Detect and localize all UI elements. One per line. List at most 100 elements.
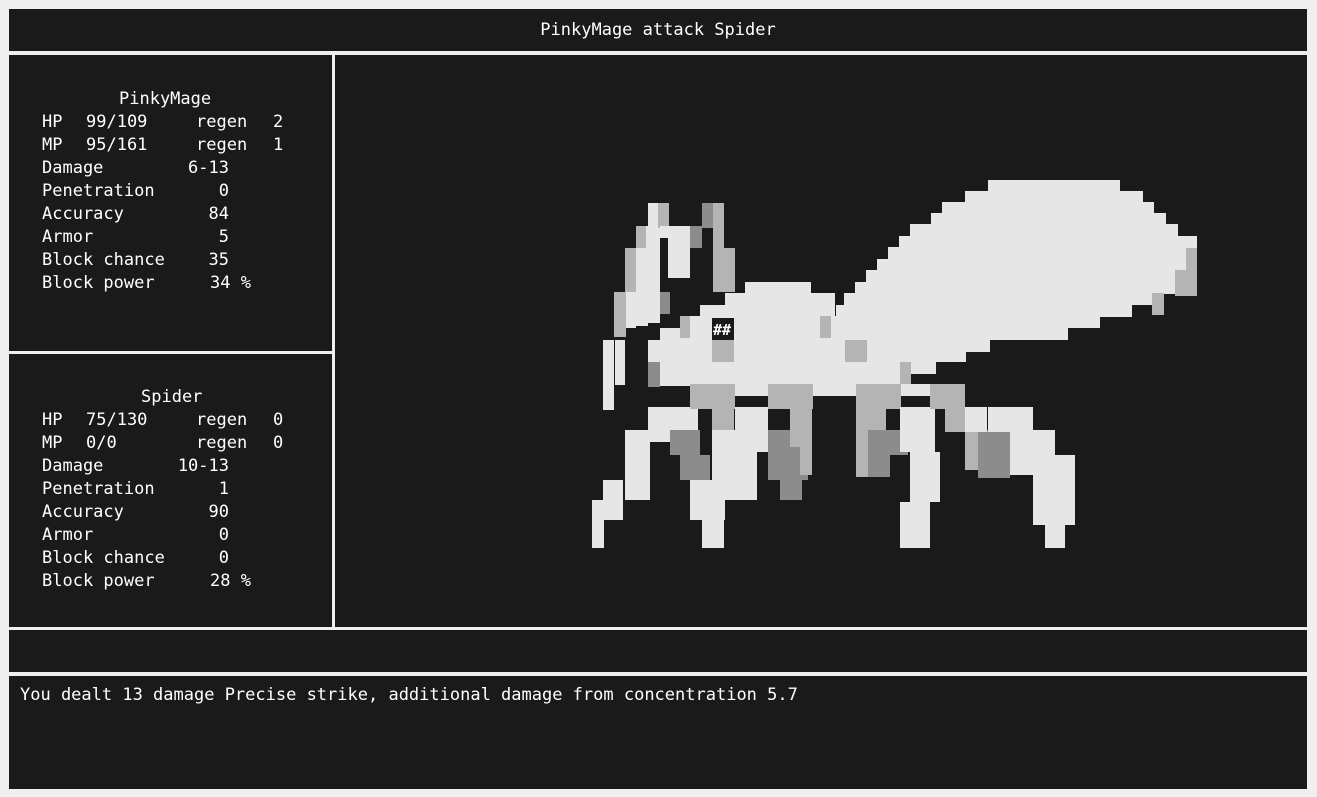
sprite-pixel [899, 236, 1189, 248]
stat-label: Penetration [42, 181, 155, 201]
spider-sprite: ## [592, 180, 1197, 548]
stat-value: 1 [218, 479, 229, 499]
sprite-pixel [603, 480, 623, 520]
sprite-pixel [648, 362, 660, 387]
enemy-name: Spider [141, 387, 203, 407]
stat-label: HP [42, 112, 63, 132]
sprite-pixel [965, 191, 1143, 203]
stat-value: 0 [218, 525, 229, 545]
regen-label: regen [196, 410, 248, 430]
sprite-pixel [836, 305, 1132, 317]
sprite-pixel [820, 316, 831, 338]
regen-label: regen [196, 135, 248, 155]
battle-title-bar: PinkyMage attack Spider [9, 9, 1307, 51]
stat-value: 5 [218, 227, 229, 247]
sprite-pixel [658, 203, 669, 228]
sprite-pixel [930, 384, 965, 409]
stat-label: Armor [42, 525, 94, 545]
player-stats-panel: PinkyMage HP 99/109 regen 2 MP 95/161 regen 1 Da… [9, 55, 332, 351]
stat-label: Block power [42, 273, 155, 293]
stat-row: Penetration 1 [42, 478, 302, 501]
stat-row: MP 0/0 regen 0 [42, 432, 302, 455]
stat-value: 84 [208, 204, 229, 224]
enemy-stats: Spider HP 75/130 regen 0 MP 0/0 regen 0 Damage 10… [42, 386, 283, 591]
sprite-pixel [745, 282, 811, 294]
stat-value: 28 % [210, 571, 251, 591]
sprite-pixel [713, 248, 735, 292]
sprite-pixel [702, 510, 724, 548]
sprite-pixel [988, 180, 1120, 192]
sprite-pixel [614, 292, 626, 337]
sprite-pixel [900, 362, 911, 384]
stat-label: Penetration [42, 479, 155, 499]
stat-label: Block chance [42, 548, 165, 568]
stat-value: 0 [218, 548, 229, 568]
sprite-pixel [636, 226, 646, 248]
sprite-pixel [856, 384, 901, 409]
stat-row: Block chance 35 [42, 249, 302, 272]
sprite-pixel [625, 430, 650, 500]
stat-row: Damage 10-13 [42, 455, 302, 478]
stat-label: Block power [42, 571, 155, 591]
sprite-pixel [1045, 520, 1065, 548]
sprite-pixel [648, 340, 848, 364]
regen-value: 1 [273, 135, 284, 155]
sprite-pixel [855, 282, 1186, 294]
sprite-pixel [910, 452, 940, 502]
stat-row: Armor 5 [42, 226, 302, 249]
stat-label: MP [42, 135, 63, 155]
stat-value: 10-13 [177, 456, 229, 476]
stat-row: HP 99/109 regen 2 [42, 111, 302, 134]
stat-value: 34 % [210, 273, 251, 293]
sprite-pixel [660, 292, 670, 314]
sprite-pixel [670, 430, 700, 455]
stat-row: HP 75/130 regen 0 [42, 409, 302, 432]
sprite-pixel [836, 316, 1100, 328]
stat-row: Block power 34 % [42, 272, 302, 295]
stat-row: Accuracy 90 [42, 501, 302, 524]
sprite-pixel [680, 455, 710, 480]
regen-label: regen [196, 433, 248, 453]
combat-log-line: You dealt 13 damage Precise strike, addi… [20, 685, 798, 705]
sprite-pixel [592, 500, 604, 548]
stat-value: 95/161 [86, 135, 148, 155]
sprite-pixel [660, 362, 910, 386]
stat-row: Block chance 0 [42, 547, 302, 570]
stat-value: 90 [208, 502, 229, 522]
stat-value: 99/109 [86, 112, 148, 132]
sprite-pixel [768, 384, 813, 409]
sprite-pixel [735, 407, 768, 452]
sprite-pixel [1033, 455, 1075, 525]
sprite-pixel [690, 226, 702, 248]
stat-row: MP 95/161 regen 1 [42, 134, 302, 157]
monster-art-panel: ## [335, 55, 1307, 627]
stat-label: MP [42, 433, 63, 453]
sprite-pixel [712, 340, 734, 362]
sprite-pixel [888, 247, 1186, 259]
stat-value: 35 [208, 250, 229, 270]
regen-value: 2 [273, 112, 284, 132]
stat-value: 0/0 [86, 433, 117, 453]
sprite-pixel [945, 407, 965, 432]
sprite-pixel [836, 328, 1068, 340]
sprite-pixel [978, 430, 1010, 478]
stat-value: 0 [218, 181, 229, 201]
sprite-pixel [660, 226, 690, 238]
battle-title: PinkyMage attack Spider [540, 20, 776, 40]
sprite-pixel [680, 316, 840, 328]
stat-label: Damage [42, 456, 104, 476]
stat-value: 6-13 [188, 158, 229, 178]
sprite-pixel [931, 213, 1166, 225]
sprite-pixel [868, 455, 890, 477]
stat-label: Armor [42, 227, 94, 247]
sprite-pixel [900, 502, 930, 548]
sprite-pixel [800, 430, 812, 475]
sprite-pixel [844, 293, 1164, 305]
stat-label: HP [42, 410, 63, 430]
combat-log: You dealt 13 damage Precise strike, addi… [9, 676, 1307, 789]
stat-value: 75/130 [86, 410, 148, 430]
sprite-pixel [910, 224, 1178, 236]
stat-row: Penetration 0 [42, 180, 302, 203]
stat-row: Damage 6-13 [42, 157, 302, 180]
regen-label: regen [196, 112, 248, 132]
